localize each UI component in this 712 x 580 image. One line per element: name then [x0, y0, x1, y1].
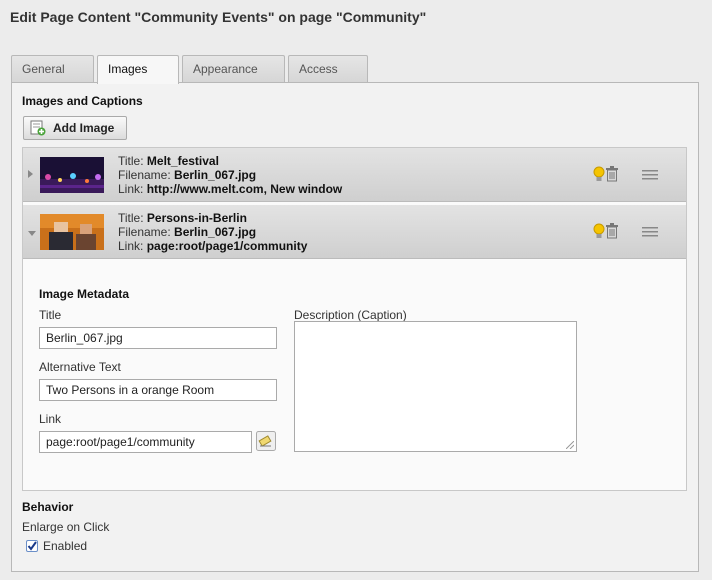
enabled-label: Enabled: [43, 539, 88, 553]
link-label: Link: [39, 412, 62, 426]
tab-general[interactable]: General: [11, 55, 94, 82]
metadata-title: Image Metadata: [39, 287, 130, 301]
drag-handle-icon[interactable]: [642, 169, 658, 183]
images-section-title: Images and Captions: [22, 94, 143, 108]
image-thumbnail: [40, 157, 104, 193]
images-panel: Images and Captions Add Image Title: Mel…: [11, 82, 699, 572]
image-filename: Berlin_067.jpg: [174, 168, 257, 182]
tab-appearance[interactable]: Appearance: [182, 55, 285, 82]
image-thumbnail: [40, 214, 104, 250]
title-field[interactable]: Berlin_067.jpg: [39, 327, 277, 349]
image-title: Melt_festival: [146, 154, 219, 168]
image-row[interactable]: Title: Melt_festival Filename: Berlin_06…: [23, 148, 686, 202]
behavior-title: Behavior: [22, 500, 74, 514]
image-link: http://www.melt.com, New window: [146, 182, 343, 196]
page-title: Edit Page Content "Community Events" on …: [10, 9, 427, 25]
trash-icon[interactable]: [605, 223, 619, 242]
tab-images[interactable]: Images: [97, 55, 179, 84]
lightbulb-icon[interactable]: [593, 166, 605, 185]
enabled-checkbox[interactable]: [26, 540, 38, 552]
description-textarea[interactable]: [294, 321, 577, 452]
add-image-icon: [30, 120, 46, 143]
enlarge-label: Enlarge on Click: [22, 520, 110, 534]
collapse-arrow-icon[interactable]: [28, 231, 36, 236]
image-row[interactable]: Title: Persons-in-Berlin Filename: Berli…: [23, 205, 686, 259]
alt-text-label: Alternative Text: [39, 360, 121, 374]
link-wizard-icon[interactable]: [256, 431, 276, 452]
image-meta: Title: Persons-in-Berlin Filename: Berli…: [118, 211, 308, 253]
lightbulb-icon[interactable]: [593, 223, 605, 242]
alt-text-field[interactable]: Two Persons in a orange Room: [39, 379, 277, 401]
trash-icon[interactable]: [605, 166, 619, 185]
description-label: Description (Caption): [294, 308, 407, 322]
images-list: Title: Melt_festival Filename: Berlin_06…: [22, 147, 687, 491]
image-link: page:root/page1/community: [146, 239, 308, 253]
tab-access[interactable]: Access: [288, 55, 368, 82]
add-image-label: Add Image: [53, 121, 115, 135]
resize-grip-icon[interactable]: [566, 441, 574, 449]
drag-handle-icon[interactable]: [642, 226, 658, 240]
checkmark-icon: [27, 541, 37, 551]
image-meta: Title: Melt_festival Filename: Berlin_06…: [118, 154, 343, 196]
image-filename: Berlin_067.jpg: [174, 225, 257, 239]
expand-arrow-icon[interactable]: [28, 170, 33, 178]
link-field[interactable]: page:root/page1/community: [39, 431, 252, 453]
add-image-button[interactable]: Add Image: [23, 116, 127, 140]
image-title: Persons-in-Berlin: [146, 211, 247, 225]
title-label: Title: [39, 308, 62, 322]
